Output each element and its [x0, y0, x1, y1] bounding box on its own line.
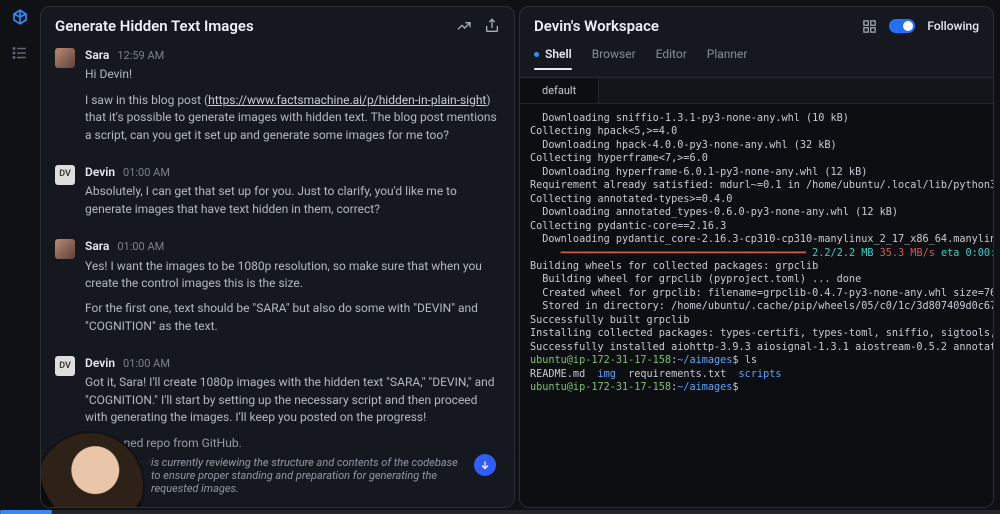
msg-line: For the first one, text should be "SARA"…	[85, 300, 500, 335]
grid-icon[interactable]	[862, 19, 877, 34]
chat-title: Generate Hidden Text Images	[55, 17, 254, 35]
tab-editor[interactable]: Editor	[656, 43, 687, 69]
tab-browser[interactable]: Browser	[592, 43, 636, 69]
msg-time: 01:00 AM	[123, 165, 170, 181]
avatar: DV	[55, 165, 75, 185]
avatar: DV	[55, 356, 75, 376]
avatar	[55, 239, 75, 259]
msg-author: Sara	[85, 238, 109, 255]
nav-rail	[0, 0, 40, 514]
following-label: Following	[927, 19, 979, 33]
msg-line: Got it, Sara! I'll create 1080p images w…	[85, 374, 500, 426]
msg-time: 12:59 AM	[117, 48, 164, 64]
msg-author: Sara	[85, 47, 109, 64]
chat-pane: Generate Hidden Text Images Sara 12:59 A…	[40, 6, 515, 508]
msg-line: I saw in this blog post (https://www.fac…	[85, 92, 500, 144]
avatar	[55, 48, 75, 68]
msg-line: Hi Devin!	[85, 66, 500, 83]
tab-shell[interactable]: Shell	[534, 43, 572, 69]
msg-author: Devin	[85, 164, 115, 181]
scroll-down-button[interactable]	[474, 454, 496, 476]
blog-link[interactable]: https://www.factsmachine.ai/p/hidden-in-…	[208, 93, 486, 107]
status-text: is currently reviewing the structure and…	[151, 456, 458, 495]
workspace-tabs: Shell Browser Editor Planner	[520, 43, 993, 78]
msg-time: 01:00 AM	[123, 356, 170, 372]
workspace-pane: Devin's Workspace Following Shell Browse…	[519, 6, 994, 508]
chat-message: Sara 01:00 AM Yes! I want the images to …	[55, 238, 500, 343]
msg-line: Absolutely, I can get that set up for yo…	[85, 183, 500, 218]
following-toggle[interactable]	[889, 19, 915, 33]
terminal-tab-default[interactable]: default	[520, 78, 599, 103]
chat-message: Sara 12:59 AM Hi Devin! I saw in this bl…	[55, 47, 500, 152]
chat-message: DV Devin 01:00 AM Absolutely, I can get …	[55, 164, 500, 226]
msg-time: 01:00 AM	[117, 239, 164, 255]
tab-planner[interactable]: Planner	[707, 43, 748, 69]
chart-icon[interactable]	[456, 18, 472, 34]
workspace-title: Devin's Workspace	[534, 17, 659, 35]
list-icon[interactable]	[11, 44, 29, 62]
share-icon[interactable]	[484, 18, 500, 34]
active-dot-icon	[534, 52, 539, 57]
terminal-output[interactable]: Downloading sniffio-1.3.1-py3-none-any.w…	[520, 104, 993, 507]
terminal-tabstrip: default	[520, 78, 993, 104]
app-logo-icon[interactable]	[11, 8, 29, 26]
msg-line: Yes! I want the images to be 1080p resol…	[85, 258, 500, 293]
msg-author: Devin	[85, 355, 115, 372]
